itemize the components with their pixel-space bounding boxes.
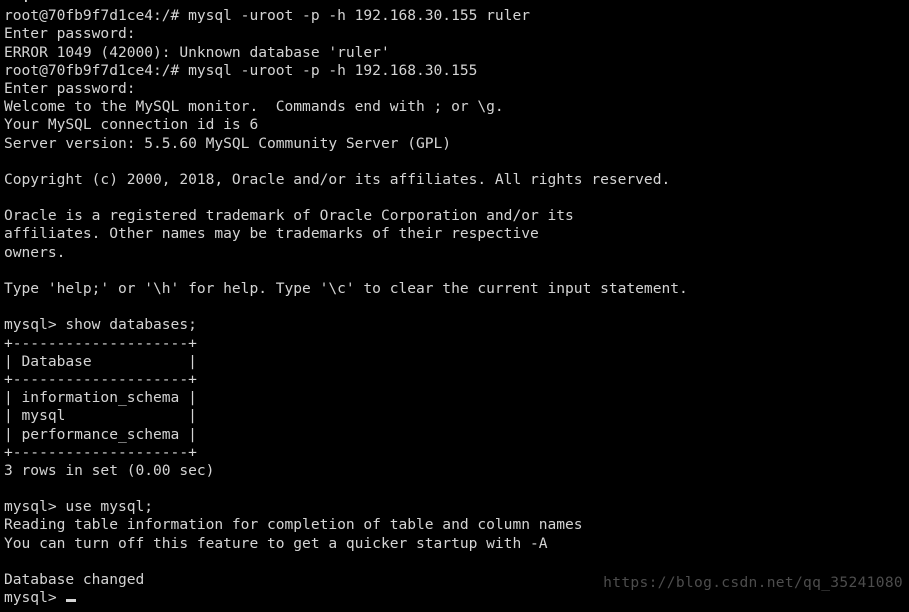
terminal-line: . [4,0,909,7]
terminal-line: Welcome to the MySQL monitor. Commands e… [4,98,504,116]
terminal-line: You can turn off this feature to get a q… [4,534,548,552]
terminal-line: +--------------------+ [4,334,197,352]
terminal-line: affiliates. Other names may be trademark… [4,225,539,243]
terminal-line: Oracle is a registered trademark of Orac… [4,207,574,225]
terminal-line: Your MySQL connection id is 6 [4,116,259,134]
terminal-line: Enter password: [4,79,136,97]
terminal-line: Server version: 5.5.60 MySQL Community S… [4,134,452,152]
terminal-line: | mysql | [4,407,197,425]
terminal-line: root@70fb9f7d1ce4:/# mysql -uroot -p -h … [4,61,478,79]
terminal-line: 3 rows in set (0.00 sec) [4,461,215,479]
terminal-line: root@70fb9f7d1ce4:/# mysql -uroot -p -h … [4,7,530,25]
terminal-output: . root@70fb9f7d1ce4:/# mysql -uroot -p -… [4,0,909,607]
terminal-line: Copyright (c) 2000, 2018, Oracle and/or … [4,170,671,188]
terminal-line: mysql> show databases; [4,316,197,334]
terminal-line: | information_schema | [4,389,197,407]
terminal-line: | Database | [4,352,197,370]
text-cursor [66,599,76,603]
terminal-line: +--------------------+ [4,443,197,461]
terminal-line: Reading table information for completion… [4,516,583,534]
terminal-line: +--------------------+ [4,370,197,388]
terminal-line: Database changed [4,571,145,588]
terminal-line: ERROR 1049 (42000): Unknown database 'ru… [4,43,390,61]
terminal-line: | performance_schema | [4,425,197,443]
active-prompt-line[interactable]: mysql> [4,589,909,607]
terminal-line: owners. [4,243,66,261]
prompt-label: mysql> [4,589,66,607]
terminal-line: Type 'help;' or '\h' for help. Type '\c'… [4,280,688,297]
terminal-line: Enter password: [4,25,136,43]
terminal-window[interactable]: . root@70fb9f7d1ce4:/# mysql -uroot -p -… [0,0,909,612]
terminal-line: mysql> use mysql; [4,498,154,516]
